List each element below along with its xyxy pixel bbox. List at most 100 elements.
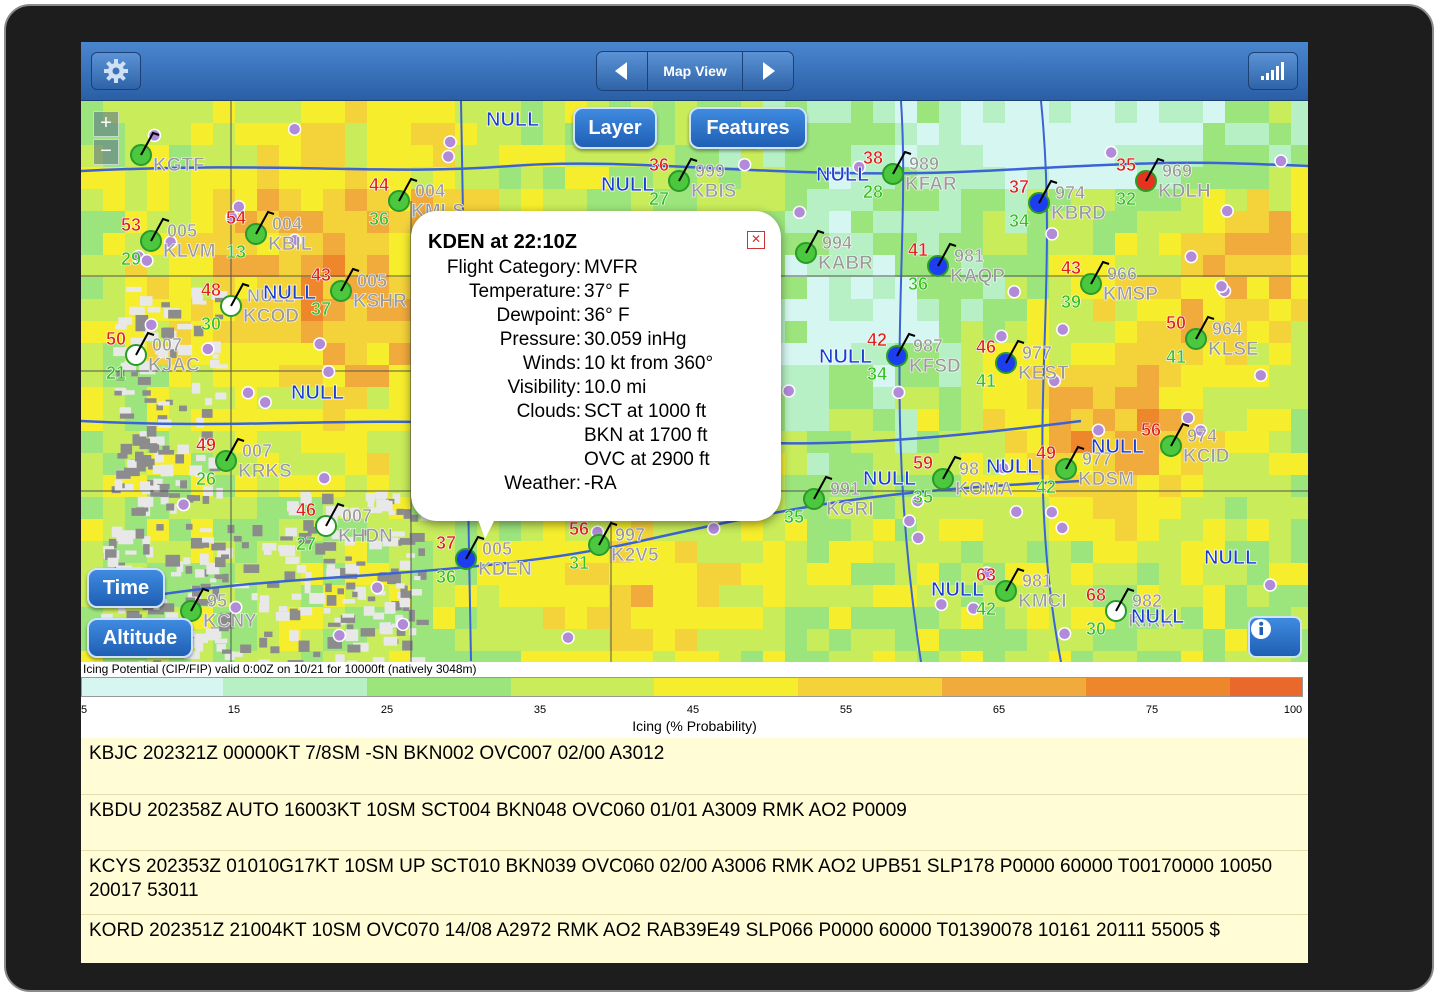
icing-pirep-marker[interactable]: [891, 385, 906, 400]
icing-pirep-marker[interactable]: [737, 157, 752, 172]
icing-pirep-marker[interactable]: [1274, 154, 1288, 168]
icing-cell: [1291, 321, 1308, 343]
icing-cell: [1005, 123, 1027, 145]
info-button[interactable]: [1248, 616, 1302, 658]
icing-cell: [939, 211, 961, 233]
icing-pirep-marker[interactable]: [902, 514, 917, 528]
icing-cell: [587, 629, 609, 651]
icing-pirep-marker[interactable]: [994, 329, 1009, 343]
prev-view-button[interactable]: [597, 52, 647, 90]
icing-cell: [697, 629, 719, 651]
icing-cell: [389, 431, 411, 453]
icing-cell: [477, 189, 499, 211]
icing-pirep-marker[interactable]: [258, 395, 272, 410]
zoom-out-button[interactable]: −: [93, 139, 119, 165]
icing-pirep-marker[interactable]: [321, 365, 336, 379]
zoom-in-button[interactable]: +: [93, 111, 119, 137]
icing-pirep-marker[interactable]: [561, 630, 575, 645]
icing-cell: [1181, 497, 1203, 519]
metar-list[interactable]: KBJC 202321Z 00000KT 7/8SM -SN BKN002 OV…: [81, 738, 1308, 963]
icing-pirep-marker[interactable]: [782, 384, 796, 398]
icing-cell: [455, 607, 477, 629]
terrain-patch: [284, 571, 296, 581]
terrain-patch: [298, 640, 310, 652]
icing-pirep-marker[interactable]: [1055, 521, 1069, 535]
icing-pirep-marker[interactable]: [1254, 368, 1268, 383]
terrain-patch: [212, 354, 219, 359]
icing-pirep-marker[interactable]: [1220, 204, 1234, 218]
icing-cell: [851, 541, 873, 563]
terrain-patch: [363, 606, 375, 616]
terrain-patch: [400, 590, 412, 600]
icing-cell: [1115, 343, 1137, 365]
icing-pirep-marker[interactable]: [313, 337, 327, 351]
terrain-patch: [135, 320, 146, 332]
icing-pirep-marker[interactable]: [911, 531, 925, 545]
icing-pirep-marker[interactable]: [1009, 505, 1024, 519]
icing-pirep-marker[interactable]: [1007, 285, 1021, 299]
icing-pirep-marker[interactable]: [396, 617, 410, 632]
icing-pirep-marker[interactable]: [1263, 578, 1277, 592]
weather-map[interactable]: KGTFKLVM0055329KBIL0045413KMLS0044436KCO…: [81, 101, 1308, 662]
metar-row[interactable]: KBJC 202321Z 00000KT 7/8SM -SN BKN002 OV…: [81, 738, 1308, 794]
layer-button[interactable]: Layer: [573, 107, 657, 149]
icing-pirep-marker[interactable]: [140, 253, 154, 268]
icing-cell: [367, 233, 389, 255]
icing-pirep-marker[interactable]: [1045, 505, 1059, 519]
icing-cell: [763, 519, 785, 541]
icing-pirep-marker[interactable]: [792, 205, 807, 220]
icing-cell: [917, 101, 939, 123]
terrain-patch: [177, 323, 193, 330]
icing-pirep-marker[interactable]: [1214, 279, 1229, 294]
icing-pirep-marker[interactable]: [317, 471, 331, 485]
icing-cell: [1291, 563, 1308, 585]
next-view-button[interactable]: [743, 52, 793, 90]
metar-row[interactable]: KORD 202351Z 21004KT 10SM OVC070 14/08 A…: [81, 914, 1308, 963]
icing-cell: [631, 585, 653, 607]
station-dewpoint: 42: [1036, 477, 1056, 497]
icing-pirep-marker[interactable]: [1181, 411, 1195, 425]
terrain-patch: [313, 651, 321, 658]
icing-cell: [785, 475, 807, 497]
icing-cell: [807, 189, 829, 211]
icing-pirep-marker[interactable]: [176, 497, 191, 512]
terrain-patch: [323, 607, 331, 614]
icing-pirep-marker[interactable]: [332, 628, 347, 643]
time-button[interactable]: Time: [87, 568, 165, 608]
features-button[interactable]: Features: [689, 107, 807, 149]
icing-pirep-marker[interactable]: [1057, 627, 1072, 641]
settings-button[interactable]: [91, 52, 141, 90]
icing-cell: [499, 167, 521, 189]
icing-cell: [125, 101, 147, 123]
terrain-patch: [190, 495, 201, 501]
icing-pirep-marker[interactable]: [443, 135, 457, 149]
icing-pirep-marker[interactable]: [370, 580, 384, 595]
icing-cell: [1049, 343, 1071, 365]
icing-pirep-marker[interactable]: [441, 149, 456, 164]
icing-pirep-marker[interactable]: [1045, 227, 1059, 241]
signal-button[interactable]: [1248, 52, 1298, 90]
icing-pirep-marker[interactable]: [287, 122, 302, 136]
icing-pirep-marker[interactable]: [1056, 322, 1070, 337]
icing-cell: [1269, 365, 1291, 387]
view-title[interactable]: Map View: [647, 52, 743, 90]
icing-pirep-marker[interactable]: [241, 386, 255, 400]
icing-cell: [1291, 277, 1308, 299]
icing-pirep-marker[interactable]: [706, 521, 721, 536]
icing-cell: [851, 211, 873, 233]
icing-pirep-marker[interactable]: [201, 342, 215, 356]
icing-cell: [917, 607, 939, 629]
metar-row[interactable]: KCYS 202353Z 01010G17KT 10SM UP SCT010 B…: [81, 850, 1308, 914]
close-icon[interactable]: ✕: [747, 231, 765, 249]
icing-cell: [81, 365, 103, 387]
icing-cell: [1181, 365, 1203, 387]
icing-pirep-marker[interactable]: [1091, 423, 1106, 437]
icing-pirep-marker[interactable]: [144, 318, 159, 332]
icing-cell: [1203, 101, 1225, 123]
icing-cell: [323, 431, 345, 453]
icing-pirep-marker[interactable]: [1184, 249, 1199, 264]
altitude-button[interactable]: Altitude: [87, 618, 193, 658]
metar-row[interactable]: KBDU 202358Z AUTO 16003KT 10SM SCT004 BK…: [81, 794, 1308, 850]
icing-cell: [103, 497, 125, 519]
icing-cell: [235, 497, 257, 519]
